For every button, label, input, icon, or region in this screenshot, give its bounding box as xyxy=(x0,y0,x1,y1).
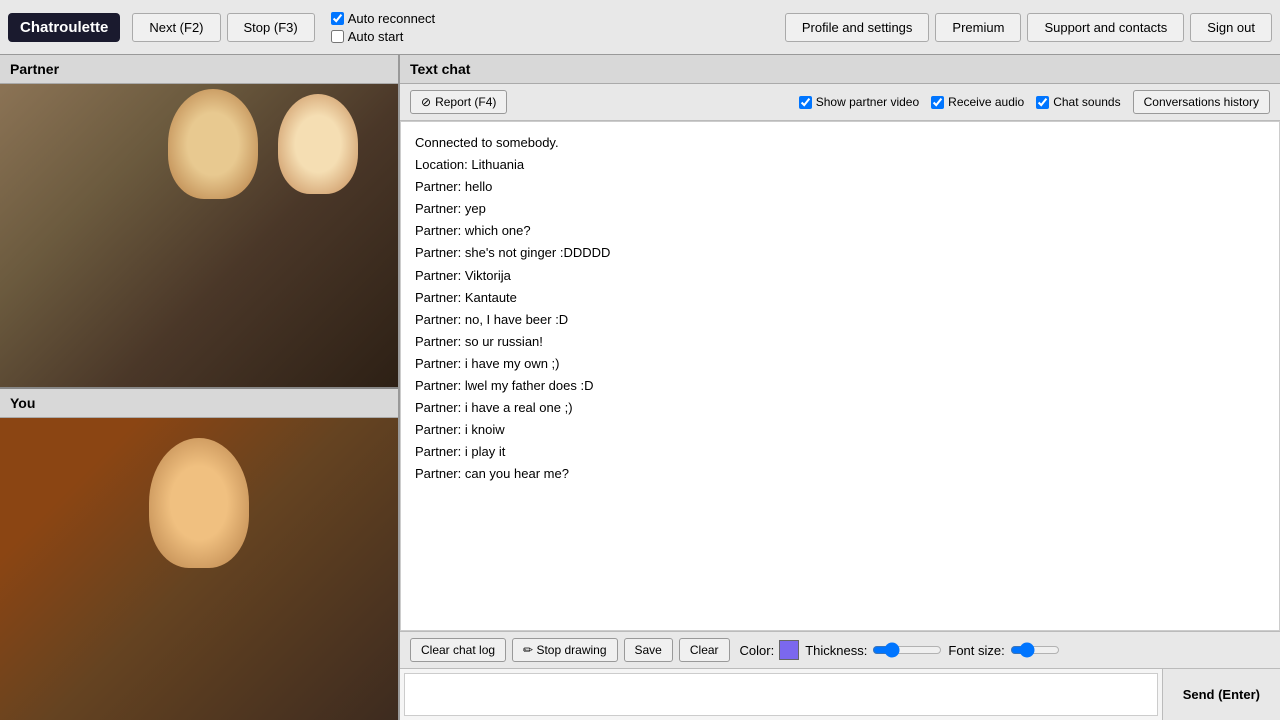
chat-message: Partner: Kantaute xyxy=(415,287,1265,309)
partner-video-feed xyxy=(0,84,398,387)
thickness-section: Thickness: xyxy=(805,642,942,658)
chat-message: Partner: yep xyxy=(415,198,1265,220)
partner-video xyxy=(0,84,398,387)
report-icon: ⊘ xyxy=(421,95,431,109)
chat-message: Location: Lithuania xyxy=(415,154,1265,176)
stop-button[interactable]: Stop (F3) xyxy=(227,13,315,42)
auto-options: Auto reconnect Auto start xyxy=(331,11,435,44)
left-panel: Partner You xyxy=(0,55,400,720)
chat-message: Partner: she's not ginger :DDDDD xyxy=(415,242,1265,264)
stop-drawing-button[interactable]: ✏ Stop drawing xyxy=(512,638,617,662)
chat-message: Partner: i have a real one ;) xyxy=(415,397,1265,419)
thickness-label: Thickness: xyxy=(805,643,867,658)
receive-audio-checkbox[interactable] xyxy=(931,96,944,109)
fontsize-section: Font size: xyxy=(948,642,1059,658)
color-label: Color: xyxy=(740,643,775,658)
chat-message: Partner: so ur russian! xyxy=(415,331,1265,353)
show-partner-video-checkbox[interactable] xyxy=(799,96,812,109)
main-layout: Partner You Text chat ⊘ Report (F4) Show… xyxy=(0,55,1280,720)
chat-sounds-option[interactable]: Chat sounds xyxy=(1036,95,1120,109)
chat-toolbar: ⊘ Report (F4) Show partner video Receive… xyxy=(400,84,1280,121)
chat-message: Connected to somebody. xyxy=(415,132,1265,154)
chat-sounds-checkbox[interactable] xyxy=(1036,96,1049,109)
support-button[interactable]: Support and contacts xyxy=(1027,13,1184,42)
nav-right: Profile and settings Premium Support and… xyxy=(785,13,1272,42)
right-panel: Text chat ⊘ Report (F4) Show partner vid… xyxy=(400,55,1280,720)
chat-options: Show partner video Receive audio Chat so… xyxy=(799,90,1270,114)
report-button[interactable]: ⊘ Report (F4) xyxy=(410,90,507,114)
partner-label: Partner xyxy=(0,55,398,84)
you-video-feed xyxy=(0,418,398,720)
logo: Chatroulette xyxy=(8,13,120,42)
next-button[interactable]: Next (F2) xyxy=(132,13,220,42)
text-chat-header: Text chat xyxy=(400,55,1280,84)
chat-message: Partner: can you hear me? xyxy=(415,463,1265,485)
chat-message: Partner: no, I have beer :D xyxy=(415,309,1265,331)
signout-button[interactable]: Sign out xyxy=(1190,13,1272,42)
color-swatch[interactable] xyxy=(779,640,799,660)
chat-message: Partner: i knoiw xyxy=(415,419,1265,441)
navbar: Chatroulette Next (F2) Stop (F3) Auto re… xyxy=(0,0,1280,55)
clear-chat-log-button[interactable]: Clear chat log xyxy=(410,638,506,662)
send-button[interactable]: Send (Enter) xyxy=(1162,669,1280,720)
fontsize-label: Font size: xyxy=(948,643,1004,658)
show-partner-video-option[interactable]: Show partner video xyxy=(799,95,919,109)
chat-message: Partner: hello xyxy=(415,176,1265,198)
auto-reconnect-label[interactable]: Auto reconnect xyxy=(331,11,435,26)
you-video xyxy=(0,418,398,720)
conversations-history-button[interactable]: Conversations history xyxy=(1133,90,1270,114)
chat-message: Partner: which one? xyxy=(415,220,1265,242)
chat-bottom-toolbar: Clear chat log ✏ Stop drawing Save Clear… xyxy=(400,631,1280,668)
auto-reconnect-checkbox[interactable] xyxy=(331,12,344,25)
fontsize-slider[interactable] xyxy=(1010,642,1060,658)
you-label: You xyxy=(0,389,398,418)
chat-message: Partner: Viktorija xyxy=(415,265,1265,287)
chat-message: Partner: i have my own ;) xyxy=(415,353,1265,375)
premium-button[interactable]: Premium xyxy=(935,13,1021,42)
chat-input-row: Send (Enter) xyxy=(400,668,1280,720)
auto-start-checkbox[interactable] xyxy=(331,30,344,43)
auto-start-label[interactable]: Auto start xyxy=(331,29,435,44)
thickness-slider[interactable] xyxy=(872,642,942,658)
chat-message: Partner: i play it xyxy=(415,441,1265,463)
chat-message: Partner: lwel my father does :D xyxy=(415,375,1265,397)
receive-audio-option[interactable]: Receive audio xyxy=(931,95,1024,109)
profile-settings-button[interactable]: Profile and settings xyxy=(785,13,930,42)
pencil-icon: ✏ xyxy=(523,643,533,657)
color-section: Color: xyxy=(740,640,800,660)
chat-messages: Connected to somebody.Location: Lithuani… xyxy=(400,121,1280,631)
save-button[interactable]: Save xyxy=(624,638,673,662)
clear-button[interactable]: Clear xyxy=(679,638,730,662)
chat-input[interactable] xyxy=(404,673,1158,716)
